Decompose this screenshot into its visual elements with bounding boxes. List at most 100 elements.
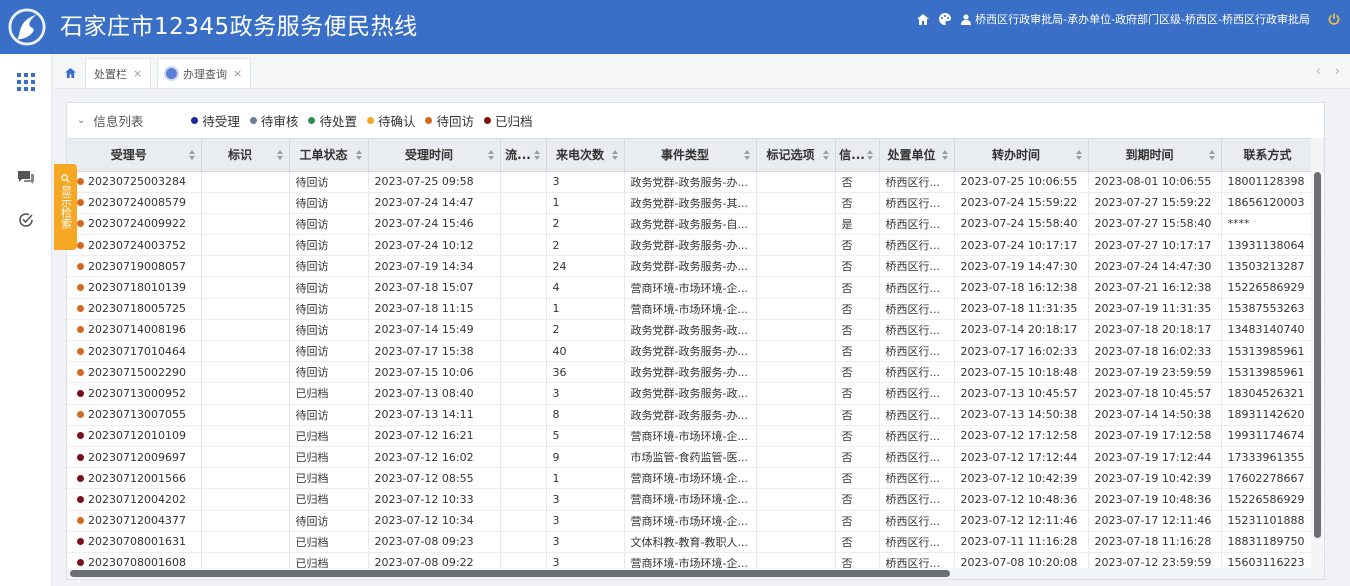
sort-icon[interactable] bbox=[188, 150, 196, 160]
vertical-scroll-thumb[interactable] bbox=[1314, 172, 1321, 538]
column-header[interactable]: 处置单位 bbox=[879, 139, 955, 172]
sort-icon[interactable] bbox=[611, 150, 619, 160]
table-cell: 20230715002290 bbox=[67, 361, 202, 384]
table-cell bbox=[500, 192, 547, 214]
table-cell: 待回访 bbox=[289, 255, 369, 278]
table-row[interactable]: 20230718010139 待回访 2023-07-18 15:07 4 营商环境-市… bbox=[67, 276, 1324, 299]
table-row[interactable]: 20230725003284 待回访 2023-07-25 09:58 3 政务党群-政… bbox=[67, 171, 1324, 193]
user-info[interactable]: 桥西区行政审批局-承办单位-政府部门区级-桥西区-桥西区行政审批局 bbox=[961, 11, 1310, 27]
chevron-right-icon[interactable]: › bbox=[1335, 64, 1340, 79]
table-row[interactable]: 20230712004377 待回访 2023-07-12 10:34 3 营商环境-市… bbox=[67, 510, 1324, 532]
table-cell: 2023-07-12 08:55 bbox=[368, 467, 501, 490]
table-cell: 桥西区行... bbox=[879, 234, 955, 257]
table-cell bbox=[201, 361, 290, 384]
table-cell: 已归档 bbox=[289, 425, 369, 447]
table-cell: 政务党群-政务服务-办... bbox=[624, 340, 757, 363]
sort-icon[interactable] bbox=[743, 150, 751, 160]
table-row[interactable]: 20230708001631 已归档 2023-07-08 09:23 3 文体科教-教… bbox=[67, 531, 1324, 553]
column-header[interactable]: 到期时间 bbox=[1088, 139, 1222, 172]
cell-text: 营商环境-市场环境-企... bbox=[630, 429, 748, 443]
tab-disposal[interactable]: 处置栏 × bbox=[85, 58, 152, 88]
horizontal-scrollbar[interactable] bbox=[67, 568, 1324, 579]
table-row[interactable]: 20230712001566 已归档 2023-07-12 08:55 1 营商环境-市… bbox=[67, 467, 1324, 490]
cell-text: 15313985961 bbox=[1227, 365, 1305, 379]
cell-text: 40 bbox=[552, 344, 567, 358]
chat-icon[interactable] bbox=[16, 167, 36, 187]
table-row[interactable]: 20230719008057 待回访 2023-07-19 14:34 24 政务党群-… bbox=[67, 255, 1324, 278]
sort-icon[interactable] bbox=[355, 150, 363, 160]
column-header[interactable]: 转办时间 bbox=[954, 139, 1089, 172]
home-icon[interactable] bbox=[917, 13, 930, 25]
table-row[interactable]: 20230712009697 已归档 2023-07-12 16:02 9 市场监管-食… bbox=[67, 446, 1324, 469]
sort-icon[interactable] bbox=[822, 150, 830, 160]
table-cell: 政务党群-政务服务-政... bbox=[624, 319, 757, 342]
home-tab-icon[interactable] bbox=[59, 59, 81, 87]
cell-text: 桥西区行... bbox=[885, 239, 941, 253]
cell-text: 待回访 bbox=[295, 196, 329, 210]
sort-icon[interactable] bbox=[276, 150, 284, 160]
table-cell: 3 bbox=[546, 531, 625, 553]
table-cell bbox=[756, 382, 836, 405]
cell-text: 政务党群-政务服务-办... bbox=[630, 175, 748, 189]
cell-text: 否 bbox=[841, 175, 853, 189]
column-header[interactable]: 受理号 bbox=[67, 139, 202, 172]
table-row[interactable]: 20230713007055 待回访 2023-07-13 14:11 8 政务党群-政… bbox=[67, 404, 1324, 426]
horizontal-scroll-thumb[interactable] bbox=[70, 570, 950, 577]
status-dot-icon bbox=[77, 517, 84, 525]
table-row[interactable]: 20230714008196 待回访 2023-07-14 15:49 2 政务党群-政… bbox=[67, 319, 1324, 342]
table-cell: 否 bbox=[835, 319, 880, 342]
table-cell: 桥西区行... bbox=[879, 255, 955, 278]
table-row[interactable]: 20230724009922 待回访 2023-07-24 15:46 2 政务党群-政… bbox=[67, 213, 1324, 236]
table-row[interactable]: 20230712004202 已归档 2023-07-12 10:33 3 营商环境-市… bbox=[67, 488, 1324, 511]
table-cell: 待回访 bbox=[289, 404, 369, 426]
cell-text: 3 bbox=[552, 386, 560, 400]
table-row[interactable]: 20230713000952 已归档 2023-07-13 08:40 3 政务党群-政… bbox=[67, 382, 1324, 405]
table-row[interactable]: 20230712010109 已归档 2023-07-12 16:21 5 营商环境-市… bbox=[67, 425, 1324, 447]
table-row[interactable]: 20230724008579 待回访 2023-07-24 14:47 1 政务党群-政… bbox=[67, 192, 1324, 214]
column-header[interactable]: 来电次数 bbox=[546, 139, 625, 172]
tab-close-icon[interactable]: × bbox=[133, 67, 142, 80]
status-dot-icon bbox=[77, 432, 84, 440]
cell-text: 17602278667 bbox=[1227, 471, 1305, 485]
column-header[interactable]: 受理时间 bbox=[368, 139, 501, 172]
table-cell: 3 bbox=[546, 171, 625, 193]
table-cell: 19931174674 bbox=[1221, 425, 1324, 447]
chevron-down-icon[interactable]: ⌄ bbox=[77, 115, 85, 126]
tab-close-icon[interactable]: × bbox=[233, 67, 242, 80]
table-cell: 桥西区行... bbox=[879, 192, 955, 214]
column-header[interactable]: 标记选项 bbox=[756, 139, 836, 172]
palette-icon[interactable] bbox=[939, 13, 952, 25]
chevron-left-icon[interactable]: ‹ bbox=[1316, 64, 1321, 79]
cell-text: 2023-07-18 11:31:35 bbox=[960, 302, 1078, 316]
cell-text: 15231101888 bbox=[1227, 514, 1305, 528]
table-cell: 桥西区行... bbox=[879, 382, 955, 405]
table-row[interactable]: 20230718005725 待回访 2023-07-18 11:15 1 营商环境-市… bbox=[67, 298, 1324, 320]
check-circle-icon[interactable] bbox=[16, 210, 36, 230]
column-header[interactable]: 工单状态 bbox=[289, 139, 369, 172]
sort-icon[interactable] bbox=[533, 150, 541, 160]
sort-icon[interactable] bbox=[1208, 150, 1216, 160]
sort-icon[interactable] bbox=[487, 150, 495, 160]
column-header[interactable]: 信... bbox=[835, 139, 880, 172]
cell-text: 待回访 bbox=[295, 260, 329, 274]
sort-icon[interactable] bbox=[941, 150, 949, 160]
column-header[interactable]: 标识 bbox=[201, 139, 290, 172]
sort-icon[interactable] bbox=[866, 150, 874, 160]
table-row[interactable]: 20230724003752 待回访 2023-07-24 10:12 2 政务党群-政… bbox=[67, 234, 1324, 257]
sort-icon[interactable] bbox=[1075, 150, 1083, 160]
column-header[interactable]: 流... bbox=[500, 139, 547, 172]
table-cell: 否 bbox=[835, 255, 880, 278]
table-row[interactable]: 20230717010464 待回访 2023-07-17 15:38 40 政务党群-… bbox=[67, 340, 1324, 363]
table-cell: 否 bbox=[835, 340, 880, 363]
column-header[interactable]: 联系方式 bbox=[1221, 139, 1324, 172]
power-icon[interactable] bbox=[1328, 13, 1340, 25]
vertical-scrollbar[interactable] bbox=[1311, 138, 1323, 570]
table-row[interactable]: 20230715002290 待回访 2023-07-15 10:06 36 政务党群-… bbox=[67, 361, 1324, 384]
apps-grid-icon[interactable] bbox=[16, 72, 36, 92]
tab-query[interactable]: 办理查询 × bbox=[157, 58, 252, 88]
table-cell: 3 bbox=[546, 510, 625, 532]
table-cell: 否 bbox=[835, 467, 880, 490]
column-header[interactable]: 事件类型 bbox=[624, 139, 757, 172]
show-search-toggle[interactable]: 显示检索 bbox=[54, 164, 77, 250]
table-cell: 2023-07-12 12:11:46 bbox=[954, 510, 1089, 532]
